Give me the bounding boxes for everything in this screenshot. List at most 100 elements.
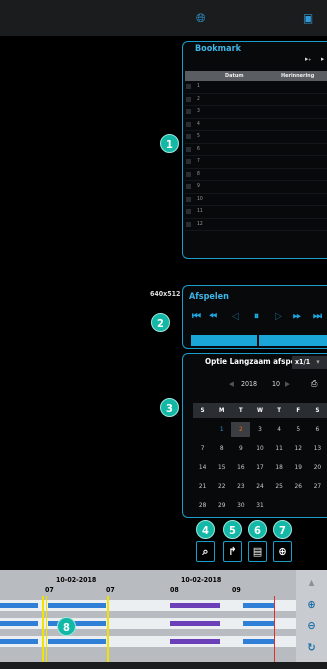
fast-forward-icon[interactable]: ⏩︎	[293, 311, 301, 322]
calendar-day[interactable]: 31	[250, 498, 269, 513]
calendar-day[interactable]: 27	[308, 479, 327, 494]
calendar-day[interactable]: 12	[289, 441, 308, 456]
calendar-day[interactable]: 14	[193, 460, 212, 475]
table-row[interactable]: 3	[185, 106, 327, 119]
timeline-track-2[interactable]	[0, 618, 296, 629]
badge-7: 7	[273, 520, 292, 539]
calendar-day[interactable]: 11	[270, 441, 289, 456]
row-checkbox[interactable]	[186, 134, 191, 139]
timeline-playhead[interactable]	[274, 596, 275, 666]
calendar-day[interactable]: 2	[231, 422, 251, 437]
row-number: 11	[197, 208, 203, 214]
calendar-day[interactable]: 4	[270, 422, 289, 437]
timeline-track-3[interactable]	[0, 636, 296, 647]
calendar-day[interactable]: 16	[231, 460, 250, 475]
timeline-hour: 07	[45, 586, 54, 594]
next-month-icon[interactable]: ▶	[285, 380, 290, 388]
calendar-day[interactable]: 22	[212, 479, 231, 494]
refresh-icon[interactable]: ↻	[296, 641, 327, 654]
calendar-day[interactable]: 25	[270, 479, 289, 494]
row-checkbox[interactable]	[186, 196, 191, 202]
calendar-day[interactable]: 18	[270, 460, 289, 475]
row-checkbox[interactable]	[186, 96, 191, 102]
zoom-in-icon[interactable]: ⊕	[296, 598, 327, 611]
calendar-day[interactable]: 24	[250, 479, 269, 494]
calendar-export-icon[interactable]: ⎙	[311, 379, 317, 389]
calendar-day[interactable]: 21	[193, 479, 212, 494]
calendar-day[interactable]: 30	[231, 498, 250, 513]
search-button[interactable]: ⌕	[196, 541, 215, 562]
row-checkbox[interactable]	[186, 159, 191, 164]
scroll-up-icon[interactable]: ▲	[296, 578, 327, 587]
table-row[interactable]: 11	[185, 206, 327, 219]
table-row[interactable]: 2	[185, 94, 327, 106]
row-checkbox[interactable]	[186, 221, 191, 227]
calendar-day[interactable]: 10	[250, 441, 269, 456]
playback-title: Afspelen	[189, 292, 229, 302]
step-back-icon[interactable]: ◁	[232, 311, 239, 322]
table-row[interactable]: 9	[185, 181, 327, 194]
calendar-day[interactable]: 15	[212, 460, 231, 475]
table-row[interactable]: 4	[185, 119, 327, 131]
row-checkbox[interactable]	[186, 121, 191, 127]
calendar-day[interactable]: 6	[308, 422, 327, 437]
calendar-day[interactable]: 3	[250, 422, 269, 437]
table-row[interactable]: 1	[185, 81, 327, 94]
zoom-button[interactable]: ⊕	[273, 541, 292, 562]
badge-1: 1	[160, 134, 179, 153]
speed-bar-left[interactable]	[191, 335, 257, 346]
weekday-label: T	[269, 403, 289, 418]
table-row[interactable]: 7	[185, 156, 327, 169]
snapshot-button[interactable]: ▤	[248, 541, 267, 562]
calendar-day[interactable]: 8	[212, 441, 231, 456]
row-checkbox[interactable]	[186, 171, 191, 177]
calendar-day[interactable]: 19	[289, 460, 308, 475]
timeline-track-1[interactable]	[0, 600, 296, 611]
calendar-day[interactable]: 20	[308, 460, 327, 475]
row-number: 5	[197, 133, 200, 139]
table-row[interactable]: 12	[185, 219, 327, 231]
bookmark-action-icon[interactable]: ▸	[321, 55, 324, 63]
row-checkbox[interactable]	[186, 209, 191, 214]
rewind-icon[interactable]: ⏪︎	[209, 311, 217, 322]
slow-play-select[interactable]: x1/1 ▾	[292, 356, 327, 369]
calendar-day[interactable]: 28	[193, 498, 212, 513]
calendar-day[interactable]: 29	[212, 498, 231, 513]
top-bar: 🌐︎ ▣	[0, 0, 327, 36]
monitor-icon[interactable]: ▣	[303, 11, 313, 25]
calendar-day[interactable]: 26	[289, 479, 308, 494]
timeline-hour: 09	[232, 586, 241, 594]
calendar-day[interactable]: 7	[193, 441, 212, 456]
video-view[interactable]	[0, 36, 180, 566]
badge-3: 3	[160, 398, 179, 417]
step-forward-icon[interactable]: ▷	[275, 311, 282, 322]
globe-icon[interactable]: 🌐︎	[196, 11, 206, 26]
row-checkbox[interactable]	[186, 84, 191, 89]
row-checkbox[interactable]	[186, 109, 191, 114]
calendar-day[interactable]: 5	[289, 422, 308, 437]
table-row[interactable]: 10	[185, 194, 327, 206]
calendar-day	[193, 422, 212, 437]
weekday-label: M	[212, 403, 232, 418]
calendar-day[interactable]: 9	[231, 441, 250, 456]
speed-bar-right[interactable]	[259, 335, 327, 346]
add-bookmark-icon[interactable]: ▸₊	[305, 55, 311, 63]
skip-end-icon[interactable]: ⏭︎	[313, 311, 322, 322]
pause-icon[interactable]: ⏸︎	[254, 311, 259, 322]
bookmark-title: Bookmark	[195, 44, 241, 54]
export-button[interactable]: ↱	[223, 541, 242, 562]
calendar-day[interactable]: 17	[250, 460, 269, 475]
skip-start-icon[interactable]: ⏮︎	[192, 311, 201, 322]
table-row[interactable]: 8	[185, 169, 327, 181]
zoom-out-icon[interactable]: ⊖	[296, 619, 327, 632]
prev-month-icon[interactable]: ◀	[229, 380, 234, 388]
calendar-day[interactable]: 23	[231, 479, 250, 494]
row-number: 1	[197, 83, 200, 89]
table-row[interactable]: 5	[185, 131, 327, 144]
calendar-day[interactable]: 13	[308, 441, 327, 456]
row-checkbox[interactable]	[186, 184, 191, 189]
row-number: 12	[197, 220, 203, 227]
table-row[interactable]: 6	[185, 144, 327, 156]
calendar-day[interactable]: 1	[212, 422, 231, 437]
row-checkbox[interactable]	[186, 146, 191, 152]
